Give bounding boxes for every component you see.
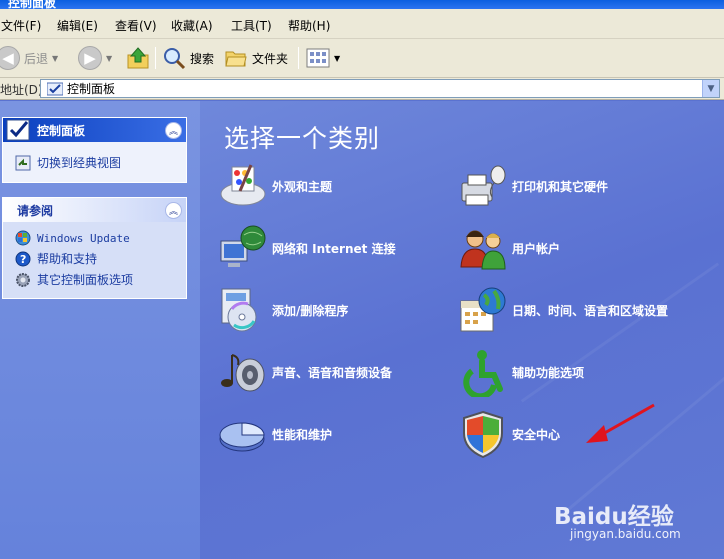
- collapse-icon[interactable]: ︽: [165, 121, 182, 139]
- folders-button[interactable]: 文件夹: [224, 45, 288, 71]
- search-button[interactable]: 搜索: [162, 45, 214, 71]
- control-panel-box-title: 控制面板: [37, 123, 86, 138]
- switch-classic-view-link[interactable]: 切换到经典视图: [15, 154, 176, 171]
- collapse-icon[interactable]: ︽: [165, 201, 182, 219]
- printer-icon: [461, 165, 506, 206]
- up-folder-icon: [127, 47, 149, 69]
- classic-view-icon: [15, 155, 31, 170]
- search-icon: [164, 48, 186, 70]
- category-label: 用户帐户: [512, 241, 561, 256]
- address-dropdown-icon[interactable]: ▼: [702, 80, 719, 97]
- back-button[interactable]: ◀ 后退 ▼: [0, 45, 58, 71]
- category-label: 声音、语音和音频设备: [272, 365, 393, 380]
- menu-tools[interactable]: 工具(T): [231, 17, 272, 34]
- views-icon: [306, 48, 330, 68]
- security-shield-icon: [463, 410, 503, 459]
- windows-update-link[interactable]: Windows Update: [15, 230, 176, 246]
- see-also-box-body: Windows Update ? 帮助和支持 其它控制面板选项: [3, 222, 186, 298]
- category-performance-maintenance[interactable]: 性能和维护: [218, 409, 332, 459]
- category-add-remove-programs[interactable]: 添加/删除程序: [218, 285, 348, 335]
- title-bar: 控制面板: [0, 0, 724, 9]
- help-support-link[interactable]: ? 帮助和支持: [15, 250, 176, 267]
- appearance-palette-icon: [220, 164, 266, 206]
- folders-icon: [225, 51, 247, 67]
- windows-update-label: Windows Update: [37, 231, 130, 245]
- search-label: 搜索: [190, 51, 215, 66]
- forward-arrow-icon: ▶: [78, 46, 102, 70]
- performance-pie-icon: [219, 422, 265, 452]
- see-also-box-header[interactable]: 请参阅 ︽: [3, 198, 186, 222]
- menu-edit[interactable]: 编辑(E): [57, 17, 98, 34]
- address-bar: 地址(D) 控制面板 ▼: [0, 78, 724, 100]
- forward-button[interactable]: ▶ ▼: [78, 45, 112, 71]
- svg-text:?: ?: [20, 253, 26, 266]
- add-remove-programs-icon: [221, 288, 257, 332]
- address-input[interactable]: 控制面板 ▼: [40, 79, 720, 98]
- folders-label: 文件夹: [252, 51, 289, 66]
- category-label: 网络和 Internet 连接: [272, 241, 396, 256]
- category-label: 性能和维护: [272, 427, 333, 442]
- control-panel-box-body: 切换到经典视图: [3, 142, 186, 182]
- menu-help[interactable]: 帮助(H): [288, 17, 330, 34]
- switch-classic-view-label: 切换到经典视图: [37, 156, 122, 170]
- accessibility-wheelchair-icon: [463, 350, 503, 397]
- menu-favorites[interactable]: 收藏(A): [171, 17, 213, 34]
- users-icon: [460, 230, 506, 270]
- other-options-label: 其它控制面板选项: [37, 273, 134, 287]
- control-panel-large-icon: [6, 119, 30, 141]
- back-label: 后退: [24, 51, 49, 66]
- see-also-box-title: 请参阅: [17, 203, 54, 218]
- annotation-arrow-icon: [586, 403, 655, 443]
- help-support-label: 帮助和支持: [37, 252, 98, 266]
- page-title: 选择一个类别: [224, 124, 381, 153]
- baidu-logo: Baidu经验: [554, 504, 674, 530]
- category-security-center[interactable]: 安全中心: [458, 409, 560, 459]
- calendar-globe-icon: [460, 287, 506, 332]
- network-globe-icon: [220, 225, 266, 267]
- speaker-music-icon: [221, 354, 265, 392]
- other-options-link[interactable]: 其它控制面板选项: [15, 271, 176, 288]
- menu-file[interactable]: 文件(F): [1, 17, 41, 34]
- category-accessibility[interactable]: 辅助功能选项: [458, 347, 584, 397]
- control-panel-box: 控制面板 ︽ 切换到经典视图: [2, 117, 187, 183]
- category-label: 日期、时间、语言和区域设置: [512, 303, 669, 318]
- category-label: 外观和主题: [272, 179, 333, 194]
- window-title: 控制面板: [8, 0, 57, 9]
- category-label: 添加/删除程序: [272, 303, 349, 318]
- views-dropdown-icon[interactable]: ▼: [334, 54, 340, 63]
- help-icon: ?: [15, 251, 31, 266]
- back-arrow-icon: ◀: [0, 46, 20, 70]
- control-panel-box-header[interactable]: 控制面板 ︽: [3, 118, 186, 142]
- category-sounds-audio[interactable]: 声音、语音和音频设备: [218, 347, 392, 397]
- task-pane: 控制面板 ︽ 切换到经典视图 请参阅 ︽ Windows Update ? 帮助…: [0, 101, 200, 559]
- toolbar: ◀ 后退 ▼ ▶ ▼ 搜索 文件夹 ▼: [0, 39, 724, 78]
- address-value: 控制面板: [67, 82, 116, 96]
- toolbar-separator: [155, 47, 156, 69]
- see-also-box: 请参阅 ︽ Windows Update ? 帮助和支持 其它控制面板选项: [2, 197, 187, 299]
- control-panel-icon: [47, 82, 63, 95]
- menu-view[interactable]: 查看(V): [115, 17, 157, 34]
- forward-dropdown-icon[interactable]: ▼: [106, 54, 112, 63]
- category-date-time-language[interactable]: 日期、时间、语言和区域设置: [458, 285, 668, 335]
- toolbar-separator: [298, 47, 299, 69]
- category-label: 打印机和其它硬件: [512, 179, 609, 194]
- address-label: 地址(D): [0, 83, 43, 97]
- category-printers-hardware[interactable]: 打印机和其它硬件: [458, 161, 608, 211]
- category-network-internet[interactable]: 网络和 Internet 连接: [218, 223, 396, 273]
- watermark-url: jingyan.baidu.com: [570, 527, 681, 541]
- category-appearance-themes[interactable]: 外观和主题: [218, 161, 332, 211]
- menu-bar: 文件(F) 编辑(E) 查看(V) 收藏(A) 工具(T) 帮助(H): [0, 9, 724, 39]
- category-view: 选择一个类别 外观和主题 打印机和其它硬件 网络和 Internet 连接 用户…: [200, 101, 724, 559]
- gear-icon: [16, 272, 30, 287]
- category-label: 安全中心: [512, 427, 561, 442]
- category-user-accounts[interactable]: 用户帐户: [458, 223, 560, 273]
- views-button[interactable]: ▼: [306, 45, 340, 71]
- up-folder-button[interactable]: [126, 45, 150, 71]
- category-label: 辅助功能选项: [512, 365, 585, 380]
- back-dropdown-icon[interactable]: ▼: [52, 54, 58, 63]
- windows-update-icon: [15, 230, 31, 246]
